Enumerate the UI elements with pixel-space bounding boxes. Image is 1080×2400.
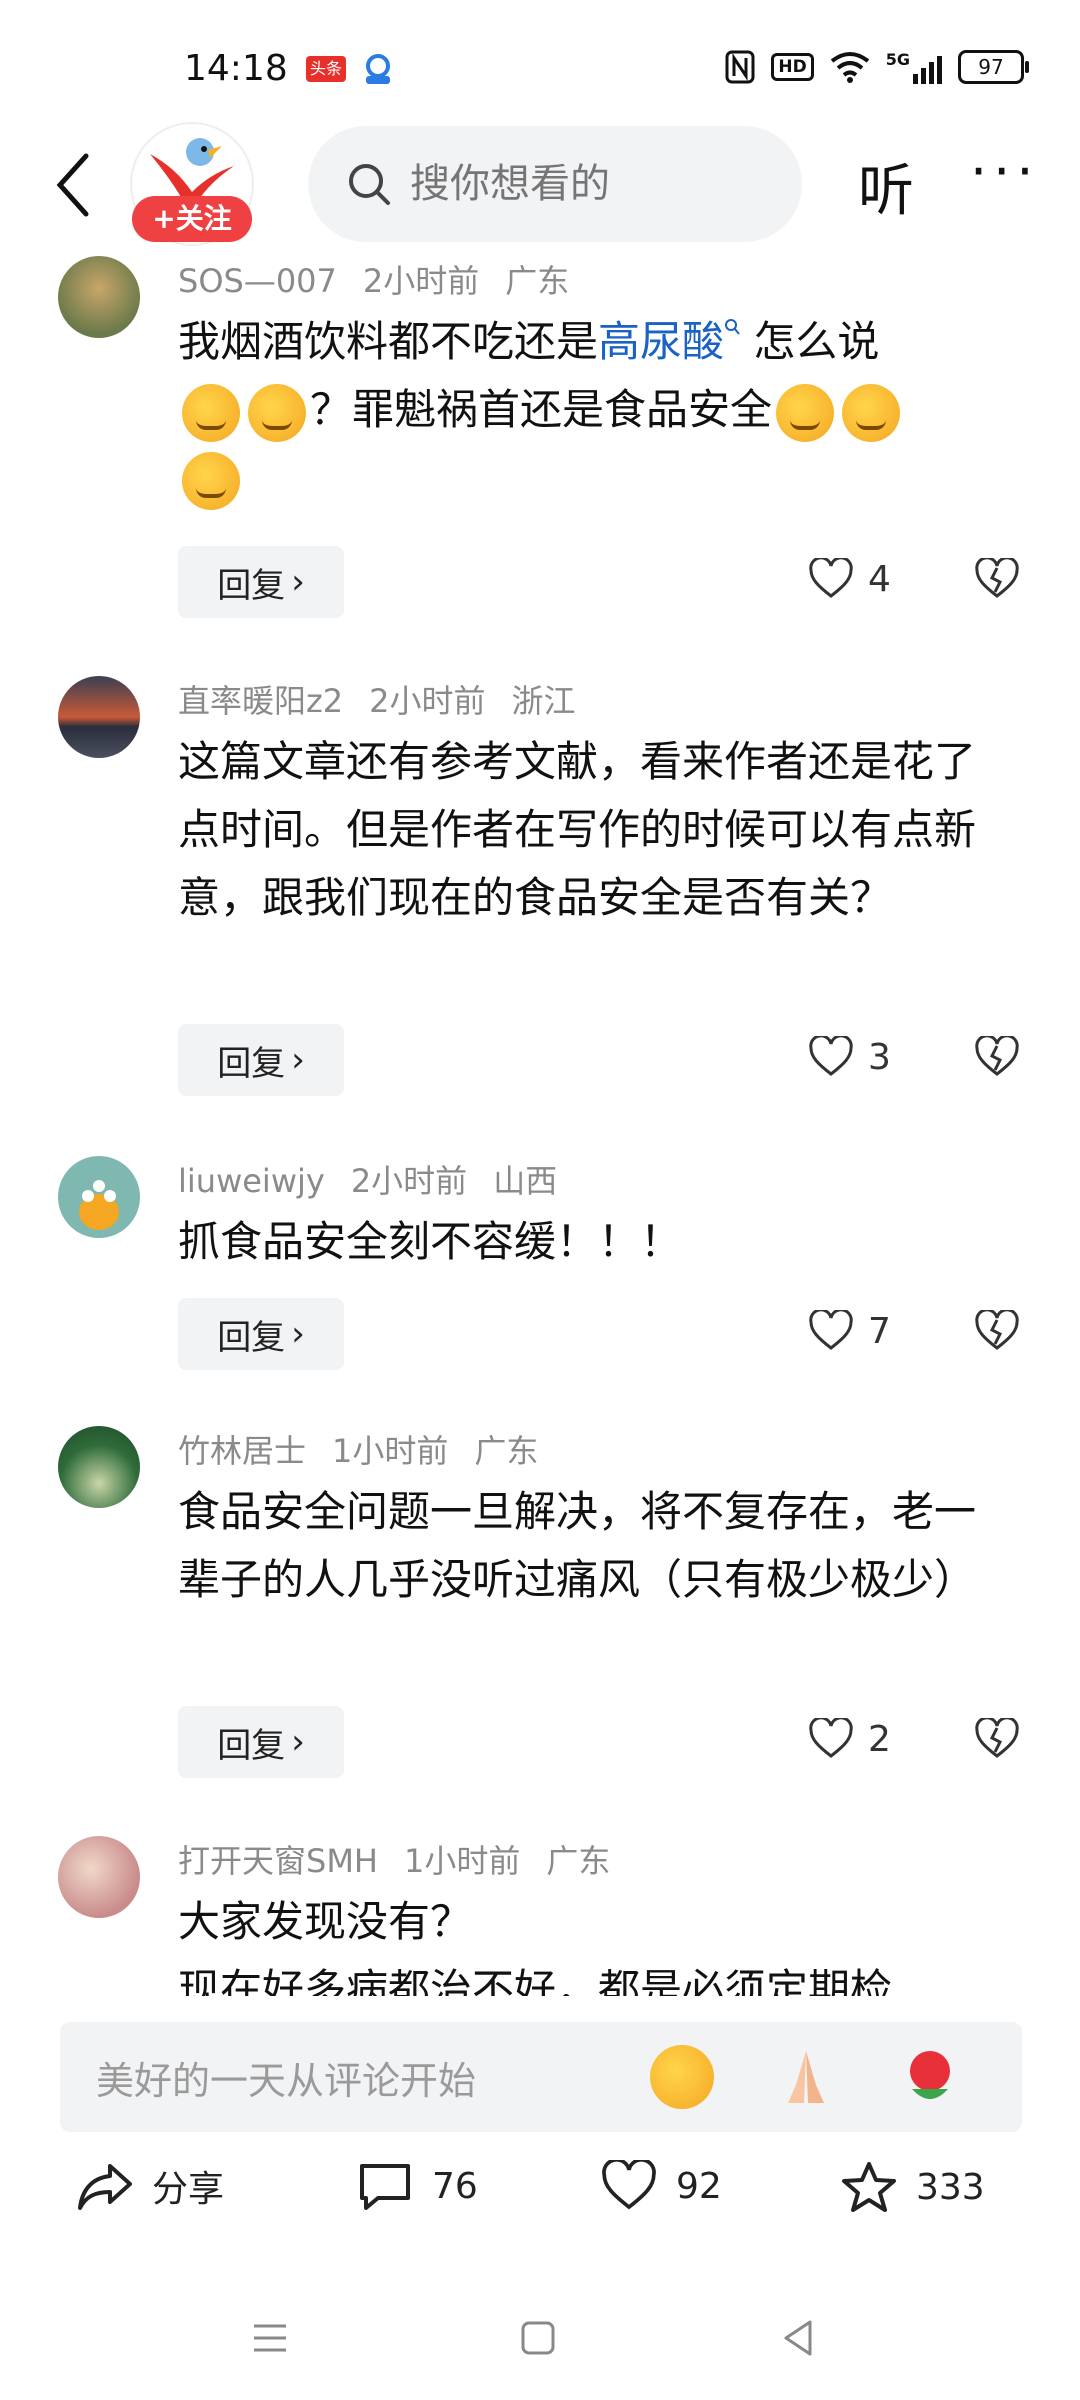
like-button[interactable]: 2	[808, 1718, 891, 1760]
like-button[interactable]: 3	[808, 1036, 891, 1078]
chevron-right-icon: ›	[291, 1314, 305, 1354]
comment-time: 1小时前	[404, 1842, 521, 1880]
action-bar: 分享 76 92 333	[0, 2160, 1080, 2260]
emoji-icon	[248, 383, 306, 442]
search-box[interactable]	[308, 126, 802, 242]
user-avatar[interactable]	[58, 256, 140, 338]
wifi-icon	[830, 52, 869, 83]
comment-time: 2小时前	[369, 682, 486, 720]
emoji-icon	[182, 383, 240, 442]
comment-meta: SOS—007 2小时前 广东	[178, 256, 595, 302]
comment-location: 广东	[474, 1432, 539, 1470]
comment-input-bar[interactable]: 美好的一天从评论开始	[60, 2022, 1022, 2132]
user-avatar[interactable]	[58, 1156, 140, 1238]
emoji-icon	[182, 451, 240, 510]
comment-item: 打开天窗SMH 1小时前 广东 大家发现没有？ 现在好多病都治不好，都是必须定期检	[0, 1836, 1080, 1996]
reply-button[interactable]: 回复 ›	[178, 1024, 344, 1096]
system-nav-bar	[0, 2300, 1080, 2400]
user-avatar[interactable]	[58, 1836, 140, 1918]
user-avatar[interactable]	[58, 1426, 140, 1508]
grinning-emoji-icon[interactable]	[650, 2045, 714, 2109]
comment-text: 我烟酒饮料都不吃还是高尿酸 怎么说 ？罪魁祸首还是食品安全	[178, 308, 1008, 512]
follow-button[interactable]: +关注	[132, 196, 252, 242]
comment-username[interactable]: liuweiwjy	[178, 1162, 325, 1200]
comment-text: 抓食品安全刻不容缓！！！	[178, 1217, 683, 1266]
battery-icon: 97	[958, 50, 1029, 84]
favorite-button[interactable]: 333	[840, 2160, 985, 2214]
home-icon[interactable]	[518, 2318, 558, 2358]
reply-button[interactable]: 回复 ›	[178, 1706, 344, 1778]
reply-button[interactable]: 回复 ›	[178, 1298, 344, 1370]
toutiao-notification-icon: 头条	[306, 56, 346, 82]
network-type: 5G	[885, 50, 910, 69]
nfc-icon	[725, 50, 755, 84]
reply-button[interactable]: 回复 ›	[178, 546, 344, 618]
heart-icon	[809, 1036, 853, 1076]
heart-icon	[809, 1718, 853, 1758]
heart-icon	[809, 1310, 853, 1350]
like-count: 3	[868, 1036, 891, 1078]
like-count: 4	[868, 558, 891, 600]
broken-heart-icon[interactable]	[974, 1718, 1020, 1760]
more-button[interactable]: ···	[970, 140, 1040, 203]
keyword-link[interactable]: 高尿酸	[598, 317, 724, 366]
search-icon	[349, 164, 390, 205]
status-time: 14:18	[184, 48, 288, 89]
listen-button[interactable]: 听	[858, 146, 914, 227]
emoji-icon	[776, 383, 835, 442]
search-icon	[725, 319, 740, 335]
heart-icon	[809, 558, 853, 598]
comment-meta: 直率暖阳z2 2小时前 浙江	[178, 676, 602, 722]
comment-text: 大家发现没有？ 现在好多病都治不好，都是必须定期检	[178, 1897, 893, 1996]
like-count: 7	[868, 1310, 891, 1352]
folded-hands-emoji-icon[interactable]	[774, 2045, 838, 2109]
comment-location: 广东	[546, 1842, 611, 1880]
emoji-icon	[842, 383, 901, 442]
rose-emoji-icon[interactable]	[898, 2045, 962, 2109]
comment-time: 1小时前	[332, 1432, 449, 1470]
like-button[interactable]: 4	[808, 558, 891, 600]
star-icon	[842, 2162, 896, 2212]
chevron-right-icon: ›	[291, 1040, 305, 1080]
comment-username[interactable]: 打开天窗SMH	[178, 1842, 378, 1880]
like-count: 2	[868, 1718, 891, 1760]
comment-location: 广东	[505, 262, 570, 300]
like-button[interactable]: 7	[808, 1310, 891, 1352]
comment-text: 这篇文章还有参考文献，看来作者还是花了点时间。但是作者在写作的时候可以有点新意，…	[178, 737, 977, 922]
comment-icon	[360, 2164, 410, 2210]
back-triangle-icon[interactable]	[778, 2318, 818, 2358]
share-button[interactable]: 分享	[76, 2160, 224, 2212]
chevron-right-icon: ›	[291, 1722, 305, 1762]
status-icons: HD 5G 97	[725, 50, 1029, 84]
chevron-right-icon: ›	[291, 562, 305, 602]
broken-heart-icon[interactable]	[974, 1036, 1020, 1078]
search-input[interactable]	[408, 160, 772, 208]
signal-icon: 5G	[886, 50, 942, 84]
user-avatar[interactable]	[58, 676, 140, 758]
comment-username[interactable]: 直率暖阳z2	[178, 682, 343, 720]
comment-text: 食品安全问题一旦解决，将不复存在，老一辈子的人几乎没听过痛风（只有极少极少）	[178, 1487, 977, 1604]
app-notification-icon	[360, 52, 396, 86]
comments-button[interactable]: 76	[356, 2160, 478, 2212]
share-icon	[78, 2164, 132, 2210]
comment-meta: 打开天窗SMH 1小时前 广东	[178, 1836, 636, 1882]
comment-meta: 竹林居士 1小时前 广东	[178, 1426, 564, 1472]
comment-input-placeholder[interactable]: 美好的一天从评论开始	[96, 2050, 650, 2105]
comment-username[interactable]: SOS—007	[178, 262, 337, 300]
comment-username[interactable]: 竹林居士	[178, 1432, 306, 1470]
comment-location: 山西	[493, 1162, 558, 1200]
heart-icon	[602, 2160, 656, 2210]
hd-icon: HD	[771, 53, 814, 81]
broken-heart-icon[interactable]	[974, 1310, 1020, 1352]
comment-location: 浙江	[511, 682, 576, 720]
back-arrow-icon[interactable]	[52, 150, 92, 220]
comment-meta: liuweiwjy 2小时前 山西	[178, 1156, 583, 1202]
comment-time: 2小时前	[362, 262, 480, 300]
broken-heart-icon[interactable]	[974, 558, 1020, 600]
comment-time: 2小时前	[350, 1162, 468, 1200]
menu-icon[interactable]	[250, 2318, 290, 2358]
like-article-button[interactable]: 92	[600, 2160, 722, 2212]
